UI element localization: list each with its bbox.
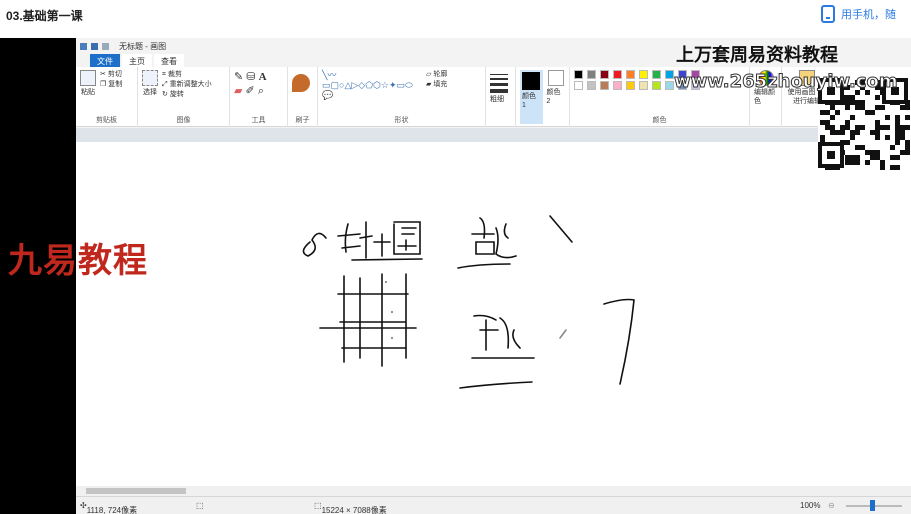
tools-group: ✎ ⛁ A ▰ ✐ ⌕ 工具 (230, 67, 288, 127)
stroke-underline-left (351, 258, 423, 261)
palette-swatch[interactable] (626, 81, 635, 90)
stroke-tu (393, 221, 421, 255)
shapes-group: ╲〰▭▢○△▷◇⬠⬡☆✦▭⬭💬 ▱ 轮廓 ▰ 填充 形状 (318, 67, 486, 127)
drawing-canvas[interactable] (76, 142, 911, 486)
text-icon[interactable]: A (259, 71, 267, 83)
scroll-thumb[interactable] (86, 488, 186, 494)
stroke-kun (471, 314, 535, 359)
redo-icon[interactable] (102, 42, 109, 50)
stroke-grid (319, 273, 417, 367)
color-picker-icon[interactable]: ✐ (246, 85, 255, 97)
resize-button[interactable]: ⤢ 重新调整大小 (162, 80, 212, 90)
palette-swatch[interactable] (639, 70, 648, 79)
pencil-icon[interactable]: ✎ (234, 71, 243, 83)
horizontal-scrollbar[interactable] (76, 486, 911, 496)
fill-button[interactable]: ▰ 填充 (426, 80, 447, 90)
palette-swatch[interactable] (600, 81, 609, 90)
selection-icon: ⬚ (196, 501, 204, 510)
brushes-group: 刷子 (288, 67, 318, 127)
shapes-label: 形状 (394, 117, 409, 124)
stroke-gua (337, 221, 373, 259)
stroke-qian (471, 217, 517, 259)
fill-icon[interactable]: ⛁ (246, 71, 255, 83)
stroke-plus (373, 233, 391, 257)
palette-swatch[interactable] (574, 70, 583, 79)
zoom-level: 100% (800, 501, 821, 510)
paste-icon (80, 70, 96, 86)
zoom-thumb[interactable] (870, 500, 875, 511)
color1-button[interactable]: 颜色 1 (520, 70, 543, 124)
clipboard-group: 粘贴 ✂ 剪切 ❐ 复制 剪贴板 (76, 67, 138, 127)
crop-button[interactable]: ⌗ 裁剪 (162, 70, 212, 80)
stroke-slash (549, 215, 573, 243)
size-icon[interactable] (490, 74, 508, 93)
cursor-position: ✣ 1118, 724像素 (80, 501, 138, 514)
size-group: 粗细 (486, 67, 516, 127)
page-header: 03.基础第一课 用手机，随 (0, 0, 911, 34)
palette-swatch[interactable] (639, 81, 648, 90)
course-title: 03.基础第一课 (6, 9, 83, 23)
palette-swatch[interactable] (613, 81, 622, 90)
color-slots: 颜色 1 颜色 2 (516, 67, 570, 127)
image-group: 选择 ⌗ 裁剪 ⤢ 重新调整大小 ↻ 旋转 图像 (138, 67, 230, 127)
watermark-url: www.265zhouyiw.com (674, 71, 899, 93)
watermark-brand: 九易教程 (8, 241, 148, 281)
stroke-eight (302, 232, 327, 257)
clipboard-label: 剪贴板 (96, 117, 117, 124)
window-title: 无标题 - 画图 (119, 41, 167, 51)
cut-button[interactable]: ✂ 剪切 (100, 70, 122, 80)
image-label: 图像 (176, 117, 191, 124)
phone-link[interactable]: 用手机，随 (821, 5, 896, 23)
palette-swatch[interactable] (652, 81, 661, 90)
phone-link-label: 用手机，随 (841, 9, 896, 21)
size-label: 粗细 (490, 96, 504, 103)
copy-button[interactable]: ❐ 复制 (100, 80, 122, 90)
image-size: ⬚ 15224 × 7088像素 (314, 501, 387, 514)
color2-button[interactable]: 颜色 2 (547, 70, 566, 124)
brush-icon[interactable] (292, 74, 310, 92)
zoom-out-icon[interactable]: ⊖ (828, 501, 835, 510)
magnifier-icon[interactable]: ⌕ (258, 85, 264, 97)
handwriting (302, 215, 635, 389)
stroke-seven (603, 298, 635, 385)
status-bar: ✣ 1118, 724像素 ⬚ ⬚ 15224 × 7088像素 100% ⊖ (76, 496, 911, 514)
outline-button[interactable]: ▱ 轮廓 (426, 70, 447, 80)
palette-swatch[interactable] (665, 81, 674, 90)
tools-label: 工具 (251, 117, 266, 124)
palette-swatch[interactable] (626, 70, 635, 79)
palette-swatch[interactable] (587, 70, 596, 79)
save-icon[interactable] (80, 42, 87, 50)
palette-swatch[interactable] (574, 81, 583, 90)
palette-swatch[interactable] (613, 70, 622, 79)
palette-swatch[interactable] (600, 70, 609, 79)
palette-swatch[interactable] (665, 70, 674, 79)
palette-swatch[interactable] (587, 81, 596, 90)
paste-button[interactable]: 粘贴 (80, 70, 96, 97)
shapes-gallery[interactable]: ╲〰▭▢○△▷◇⬠⬡☆✦▭⬭💬 (322, 70, 422, 100)
brushes-label: 刷子 (295, 117, 310, 124)
watermark-top: 上万套周易资料教程 (676, 45, 838, 66)
paint-window: 无标题 - 画图 文件 主页 查看 粘贴 ✂ 剪切 ❐ 复制 剪贴板 选择 ⌗ … (76, 38, 911, 514)
stroke-underline-kun (459, 381, 533, 389)
pencil-cursor (559, 329, 567, 339)
select-button[interactable]: 选择 (142, 70, 158, 100)
colors-label: 颜色 (652, 117, 667, 124)
palette-swatch[interactable] (652, 70, 661, 79)
eraser-icon[interactable]: ▰ (234, 85, 242, 97)
rotate-button[interactable]: ↻ 旋转 (162, 90, 212, 100)
undo-icon[interactable] (91, 42, 98, 50)
phone-icon (821, 5, 835, 23)
quick-access-toolbar: 无标题 - 画图 (76, 40, 166, 52)
select-icon (142, 70, 158, 86)
stroke-underline-qian (457, 263, 511, 269)
canvas-area (76, 128, 911, 486)
